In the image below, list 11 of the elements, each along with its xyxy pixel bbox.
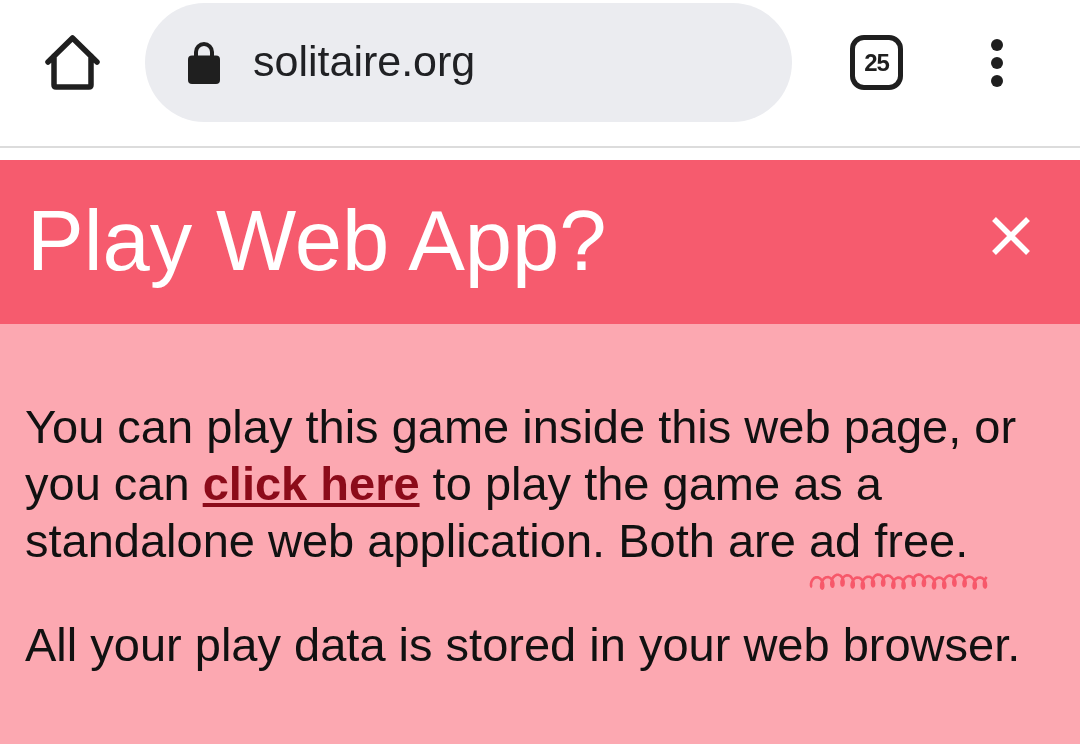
url-text: solitaire.org [253, 40, 476, 85]
lock-icon [188, 41, 220, 84]
intro-paragraph: You can play this game inside this web page, or you can click here to play the game as a standalone web application. Both are ad free. [25, 399, 1018, 569]
address-bar[interactable]: solitaire.org [145, 3, 792, 122]
tab-count-button[interactable]: 25 [850, 35, 903, 90]
dialog-title: Play Web App? [27, 197, 607, 287]
click-here-link[interactable]: click here [202, 457, 420, 510]
close-icon[interactable] [991, 216, 1031, 256]
storage-note: All your play data is stored in your web browser. [25, 617, 1022, 673]
home-icon[interactable] [45, 35, 100, 90]
menu-icon[interactable] [991, 38, 1003, 87]
